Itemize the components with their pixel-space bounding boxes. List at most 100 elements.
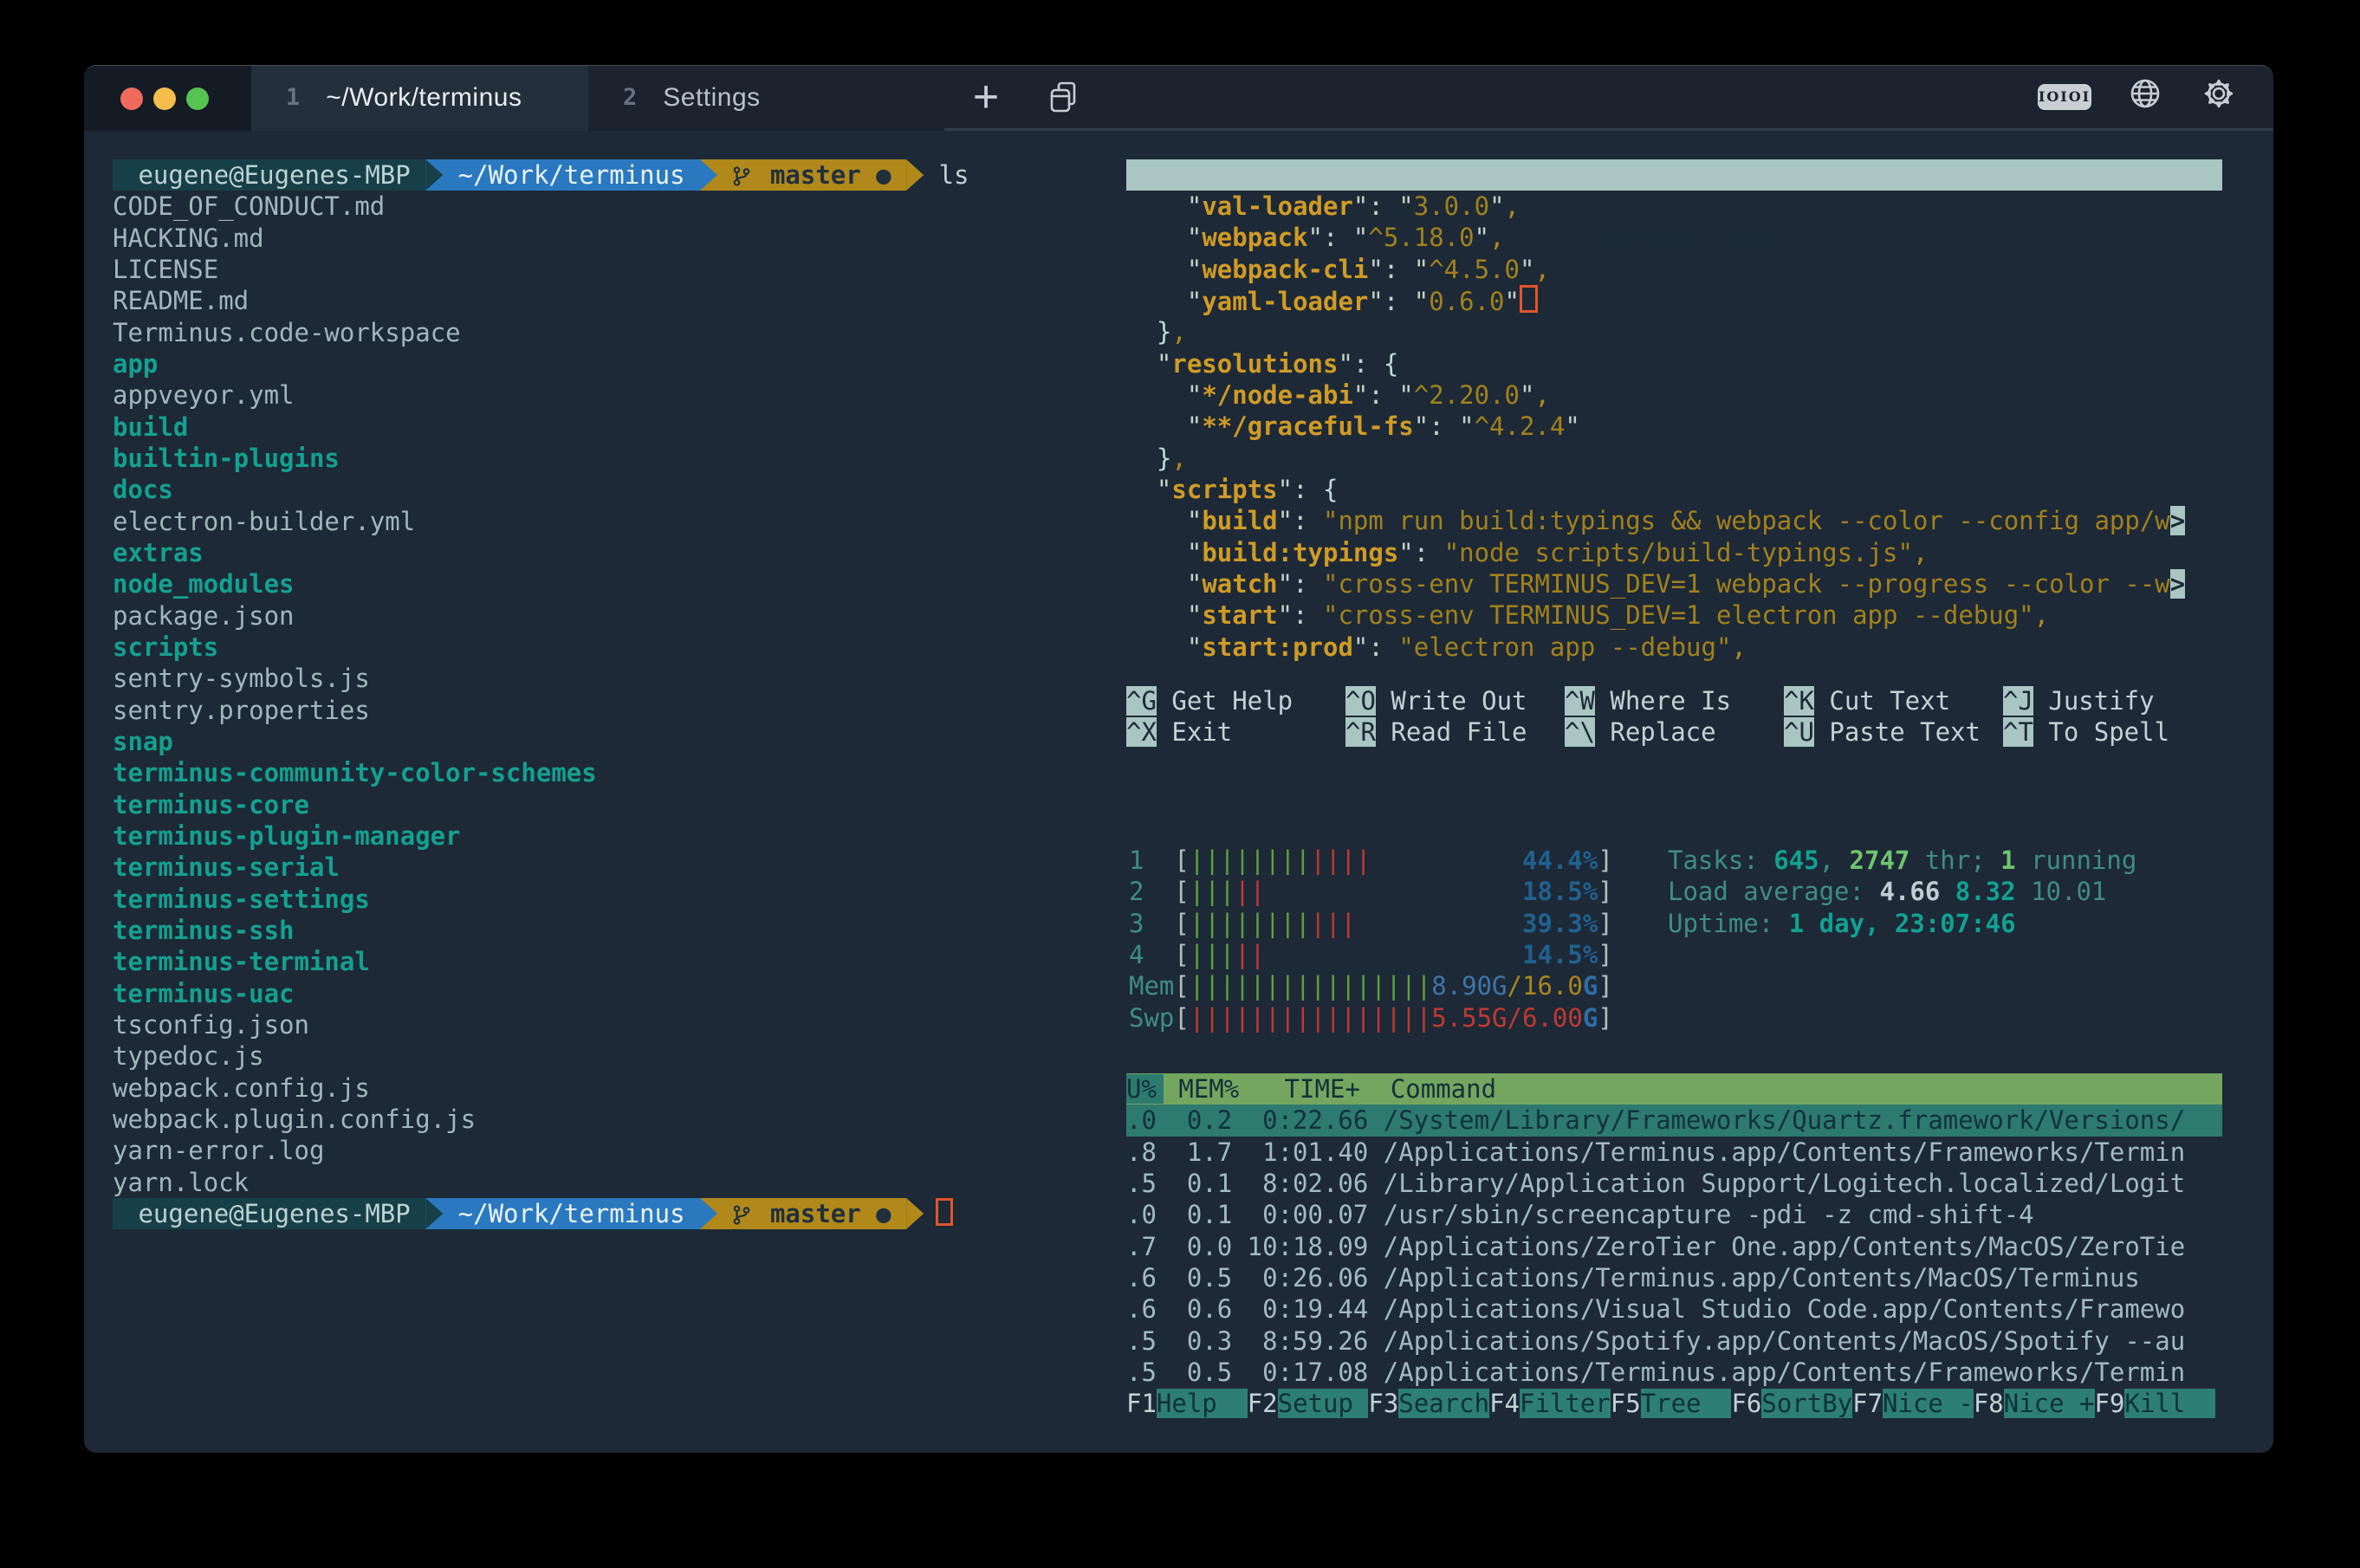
htop-summary-line: Load average: 4.66 8.32 10.01	[1668, 876, 2136, 907]
nano-line: "watch": "cross-env TERMINUS_DEV=1 webpa…	[1126, 568, 2253, 599]
nano-shortcut: ^T To Spell	[2003, 716, 2222, 748]
process-row[interactable]: .5 0.5 0:17.08 /Applications/Terminus.ap…	[1126, 1357, 2222, 1388]
directory-entry: terminus-terminal	[113, 946, 1118, 977]
directory-entry: node_modules	[113, 568, 1118, 599]
process-row[interactable]: .5 0.3 8:59.26 /Applications/Spotify.app…	[1126, 1325, 2222, 1357]
htop-summary-line: Uptime: 1 day, 23:07:46	[1668, 908, 2136, 939]
desktop: 1 ~/Work/terminus 2 Settings + IOIOI	[0, 0, 2360, 1568]
nano-cursor	[1520, 285, 1538, 313]
file-entry: webpack.plugin.config.js	[113, 1104, 1118, 1135]
globe-icon[interactable]	[2126, 75, 2164, 120]
nano-line: "start:prod": "electron app --debug",	[1126, 632, 2253, 663]
resource-meter: 1 [|||||||||||| 44.4%]	[1129, 845, 1613, 876]
tab-label: Settings	[663, 82, 760, 113]
htop-summary: Tasks: 645, 2747 thr; 1 runningLoad aver…	[1668, 845, 2136, 939]
powerline-arrow	[425, 1198, 443, 1229]
fkey-button[interactable]: F2Setup	[1248, 1389, 1369, 1418]
file-entry: HACKING.md	[113, 223, 1118, 254]
directory-entry: snap	[113, 726, 1118, 757]
htop-meters: 1 [|||||||||||| 44.4%]2 [||||| 18.5%]3 […	[1129, 845, 1613, 1033]
file-entry: appveyor.yml	[113, 379, 1118, 411]
file-entry: Terminus.code-workspace	[113, 317, 1118, 348]
file-entry: LICENSE	[113, 254, 1118, 285]
nano-shortcut: ^W Where Is	[1565, 685, 1784, 716]
fkey-button[interactable]: F9Kill	[2095, 1389, 2216, 1418]
tab-bar: 1 ~/Work/terminus 2 Settings + IOIOI	[84, 66, 2273, 131]
directory-entry: terminus-ssh	[113, 915, 1118, 946]
file-entry: README.md	[113, 285, 1118, 316]
gear-icon[interactable]	[2199, 74, 2239, 120]
directory-entry: terminus-plugin-manager	[113, 820, 1118, 852]
process-row[interactable]: .7 0.0 10:18.09 /Applications/ZeroTier O…	[1126, 1231, 2222, 1262]
fkey-button[interactable]: F5Tree	[1611, 1389, 1732, 1418]
directory-entry: terminus-serial	[113, 852, 1118, 883]
tab-label: ~/Work/terminus	[326, 82, 522, 113]
process-row[interactable]: .6 0.6 0:19.44 /Applications/Visual Stud…	[1126, 1293, 2222, 1325]
resource-meter: Swp[||||||||||||||||5.55G/6.00G]	[1129, 1002, 1613, 1033]
file-entry: electron-builder.yml	[113, 506, 1118, 537]
nano-shortcut: ^G Get Help	[1126, 685, 1345, 716]
tabbar-right-icons: IOIOI	[2038, 66, 2239, 128]
fkey-button[interactable]: F6SortBy	[1731, 1389, 1852, 1418]
directory-entry: builtin-plugins	[113, 443, 1118, 474]
nano-shortcuts: ^G Get Help^O Write Out^W Where Is^K Cut…	[1126, 685, 2222, 748]
nano-line: "val-loader": "3.0.0",	[1126, 191, 2253, 222]
process-row[interactable]: .8 1.7 1:01.40 /Applications/Terminus.ap…	[1126, 1137, 2222, 1168]
directory-entry: extras	[113, 537, 1118, 568]
new-tab-button[interactable]: +	[956, 66, 1016, 128]
fkey-button[interactable]: F1Help	[1126, 1389, 1248, 1418]
resource-meter: 2 [||||| 18.5%]	[1129, 876, 1613, 907]
tab-number: 2	[623, 82, 637, 113]
fkey-button[interactable]: F4Filter	[1489, 1389, 1611, 1418]
nano-shortcut: ^X Exit	[1126, 716, 1345, 748]
process-table-header[interactable]: U% MEM% TIME+ Command	[1126, 1073, 2222, 1105]
tab-settings[interactable]: 2 Settings	[588, 66, 944, 131]
directory-entry: build	[113, 411, 1118, 443]
nano-editor[interactable]: "val-loader": "3.0.0", "webpack": "^5.18…	[1126, 191, 2253, 663]
nano-line: "webpack": "^5.18.0",	[1126, 222, 2253, 253]
fkey-button[interactable]: F8Nice +	[1974, 1389, 2095, 1418]
nano-shortcut: ^R Read File	[1345, 716, 1565, 748]
file-entry: webpack.config.js	[113, 1072, 1118, 1104]
tab-work-terminus[interactable]: 1 ~/Work/terminus	[251, 66, 588, 131]
file-entry: sentry.properties	[113, 695, 1118, 726]
process-row[interactable]: .6 0.5 0:26.06 /Applications/Terminus.ap…	[1126, 1262, 2222, 1293]
minimize-button[interactable]	[153, 87, 176, 110]
directory-entry: terminus-uac	[113, 978, 1118, 1009]
shell-prompt: eugene@Eugenes-MBP ~/Work/terminus maste…	[113, 1198, 1118, 1229]
zoom-button[interactable]	[186, 87, 209, 110]
nano-line: "scripts": {	[1126, 474, 2253, 505]
nano-line: "build": "npm run build:typings && webpa…	[1126, 505, 2253, 536]
file-entry: typedoc.js	[113, 1040, 1118, 1072]
file-entry: package.json	[113, 600, 1118, 632]
file-entry: CODE_OF_CONDUCT.md	[113, 191, 1118, 222]
powerline-arrow	[425, 159, 443, 191]
file-entry: tsconfig.json	[113, 1009, 1118, 1040]
fkey-button[interactable]: F7Nice -	[1852, 1389, 1974, 1418]
terminal-pane-left[interactable]: eugene@Eugenes-MBP ~/Work/terminus maste…	[113, 159, 1118, 1229]
directory-entry: terminus-settings	[113, 884, 1118, 915]
traffic-lights	[84, 66, 251, 131]
process-row[interactable]: .0 0.2 0:22.66 /System/Library/Framework…	[1126, 1105, 2222, 1136]
nano-titlebar: GNU nano 4.5 package.json	[1126, 159, 2222, 191]
duplicate-tab-icon[interactable]	[1044, 79, 1082, 124]
nano-line: "start": "cross-env TERMINUS_DEV=1 elect…	[1126, 599, 2253, 631]
git-branch-icon	[732, 1203, 751, 1227]
process-row[interactable]: .5 0.1 8:02.06 /Library/Application Supp…	[1126, 1168, 2222, 1199]
fkey-button[interactable]: F3Search	[1368, 1389, 1489, 1418]
nano-line: "*/node-abi": "^2.20.0",	[1126, 379, 2253, 411]
nano-line: "webpack-cli": "^4.5.0",	[1126, 254, 2253, 285]
powerline-arrow	[700, 1198, 717, 1229]
file-entry: yarn.lock	[113, 1167, 1118, 1198]
powerline-arrow	[700, 159, 717, 191]
htop-process-table[interactable]: U% MEM% TIME+ Command.0 0.2 0:22.66 /Sys…	[1126, 1073, 2222, 1388]
process-row[interactable]: .0 0.1 0:00.07 /usr/sbin/screencapture -…	[1126, 1199, 2222, 1230]
file-entry: yarn-error.log	[113, 1135, 1118, 1166]
nano-line: "build:typings": "node scripts/build-typ…	[1126, 537, 2253, 568]
directory-entry: scripts	[113, 632, 1118, 663]
resource-meter: Mem[||||||||||||||||8.90G/16.0G]	[1129, 970, 1613, 1001]
close-button[interactable]	[120, 87, 143, 110]
resource-meter: 3 [||||||||||| 39.3%]	[1129, 908, 1613, 939]
serial-ports-icon[interactable]: IOIOI	[2038, 84, 2091, 110]
nano-shortcut: ^J Justify	[2003, 685, 2222, 716]
